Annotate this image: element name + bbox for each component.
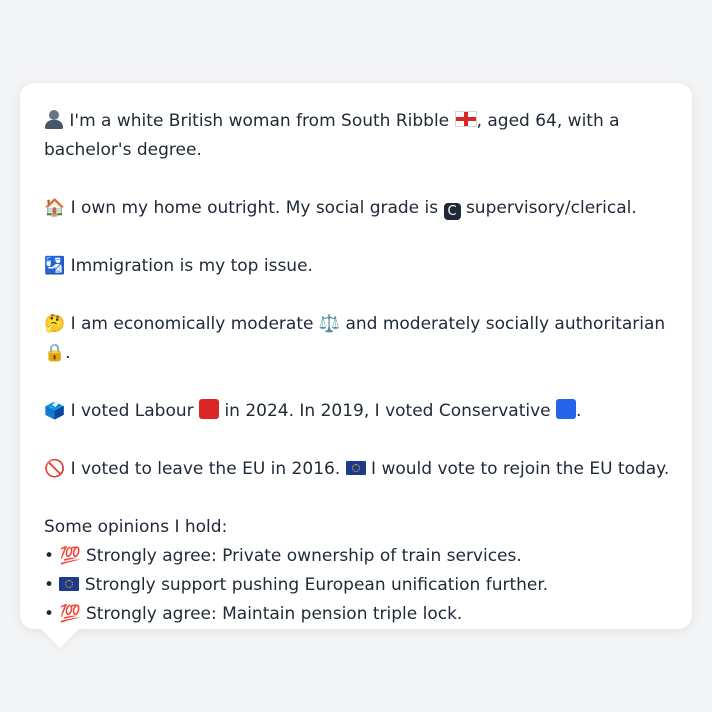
eu-rejoin-text: I would vote to rejoin the EU today. xyxy=(371,459,670,479)
red-square-icon xyxy=(199,399,220,419)
social-text: and moderately socially authoritarian xyxy=(345,314,666,334)
opinion-text: Strongly agree: Private ownership of tra… xyxy=(86,546,522,566)
home-paragraph: 🏠 I own my home outright. My social grad… xyxy=(44,194,670,223)
opinions-heading: Some opinions I hold: xyxy=(44,517,228,537)
vote-paragraph: 🗳️ I voted Labour in 2024. In 2019, I vo… xyxy=(44,397,670,426)
opinion-item: • Strongly support pushing European unif… xyxy=(44,571,670,600)
opinion-item: • 💯 Strongly agree: Maintain pension tri… xyxy=(44,600,670,629)
intro-age-text: , aged 64, with a xyxy=(476,111,620,131)
vote-labour-text: I voted Labour xyxy=(70,401,194,421)
person-icon xyxy=(44,109,64,129)
opinion-text: Strongly agree: Maintain pension triple … xyxy=(86,604,463,624)
eu-flag-icon xyxy=(59,577,80,591)
ideology-paragraph: 🤔 I am economically moderate ⚖️ and mode… xyxy=(44,310,670,368)
opinion-text: Strongly support pushing European unific… xyxy=(84,575,549,595)
eu-flag-icon xyxy=(345,461,366,475)
hundred-points-icon: 💯 xyxy=(59,546,81,566)
vote-period: . xyxy=(576,401,582,421)
lock-icon: 🔒 xyxy=(44,343,66,363)
grade-c-icon: C xyxy=(443,203,461,220)
home-text: I own my home outright. My social grade … xyxy=(70,198,439,218)
vote-2019-text: in 2024. In 2019, I voted Conservative xyxy=(224,401,551,421)
economic-text: I am economically moderate xyxy=(70,314,314,334)
eu-paragraph: 🚫 I voted to leave the EU in 2016. I wou… xyxy=(44,455,670,484)
ideology-period: . xyxy=(65,343,71,363)
opinion-item: • 💯 Strongly agree: Private ownership of… xyxy=(44,542,670,571)
grade-text: supervisory/clerical. xyxy=(465,198,637,218)
bullet: • xyxy=(44,546,55,566)
ballot-box-icon: 🗳️ xyxy=(44,401,66,421)
message-bubble: I'm a white British woman from South Rib… xyxy=(20,83,692,629)
intro-paragraph: I'm a white British woman from South Rib… xyxy=(44,107,670,165)
eu-leave-text: I voted to leave the EU in 2016. xyxy=(70,459,341,479)
intro-text: I'm a white British woman from South Rib… xyxy=(69,111,450,131)
issue-text: Immigration is my top issue. xyxy=(70,256,313,276)
blue-square-icon xyxy=(556,399,577,419)
bullet: • xyxy=(44,575,55,595)
prohibited-icon: 🚫 xyxy=(44,459,66,479)
bullet: • xyxy=(44,604,55,624)
thinking-face-icon: 🤔 xyxy=(44,314,66,334)
passport-control-icon: 🛂 xyxy=(44,256,66,276)
intro-education-text: bachelor's degree. xyxy=(44,140,202,160)
england-flag-icon xyxy=(454,111,477,127)
hundred-points-icon: 💯 xyxy=(59,604,81,624)
bubble-tail xyxy=(40,628,80,648)
scales-icon: ⚖️ xyxy=(318,314,341,334)
issue-paragraph: 🛂 Immigration is my top issue. xyxy=(44,252,670,281)
opinions-paragraph: Some opinions I hold: • 💯 Strongly agree… xyxy=(44,513,670,629)
house-icon: 🏠 xyxy=(44,198,66,218)
